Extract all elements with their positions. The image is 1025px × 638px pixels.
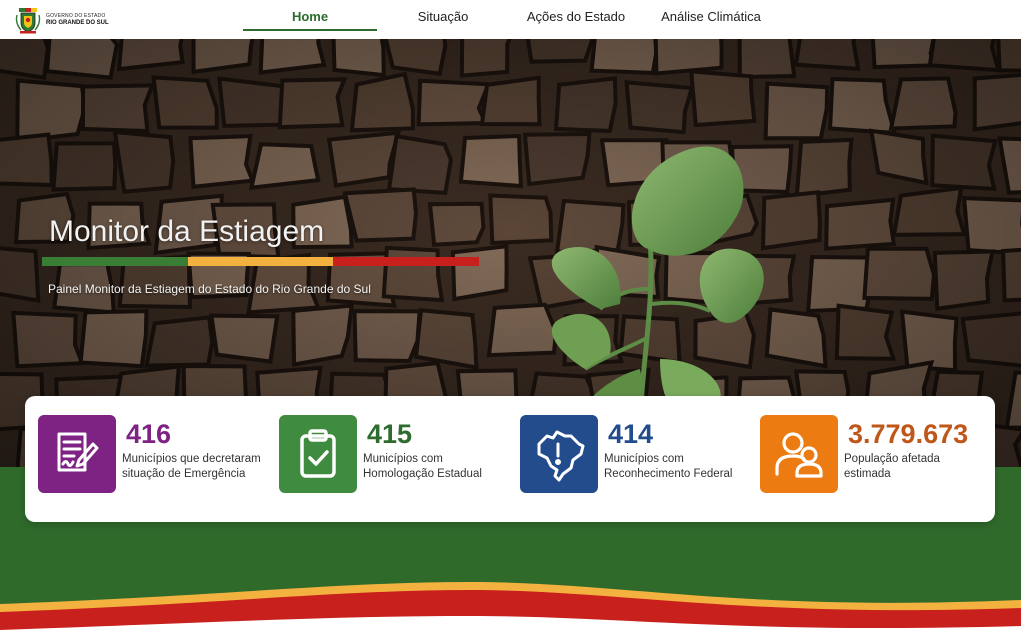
hero-title: Monitor da Estiagem [49, 215, 325, 248]
stat-label: Municípios com Homologação Estadual [363, 453, 482, 480]
clipboard-check-icon [279, 415, 357, 493]
stat-label: Municípios com Reconhecimento Federal [604, 453, 733, 480]
users-icon [760, 415, 838, 493]
stat-label: Municípios que decretaram situação de Em… [122, 453, 261, 480]
nav-analise-climatica[interactable]: Análise Climática [655, 0, 767, 32]
state-government-logo[interactable]: GOVERNO DO ESTADO RIO GRANDE DO SUL [14, 5, 114, 35]
stripe-red [333, 257, 479, 266]
logo-line-1: GOVERNO DO ESTADO [46, 13, 106, 19]
state-coat-of-arms-icon [15, 8, 41, 34]
stripe-yellow [188, 257, 333, 266]
stripe-green [42, 257, 188, 266]
signed-document-icon [38, 415, 116, 493]
hero-subtitle: Painel Monitor da Estiagem do Estado do … [48, 282, 371, 296]
stat-value: 3.779.673 [848, 419, 969, 449]
logo-line-2: RIO GRANDE DO SUL [46, 20, 109, 26]
nav-acoes-do-estado[interactable]: Ações do Estado [521, 0, 631, 32]
stat-value: 416 [126, 419, 172, 449]
nav-active-indicator [243, 29, 377, 31]
window-right-edge [1021, 0, 1025, 638]
stat-value: 415 [367, 419, 413, 449]
stat-label: População afetada estimada [844, 453, 940, 480]
stats-card: 416 Municípios que decretaram situação d… [25, 396, 995, 522]
brazil-map-alert-icon [520, 415, 598, 493]
state-colors-wave [0, 582, 1021, 638]
nav-situacao[interactable]: Situação [398, 0, 488, 32]
stat-value: 414 [608, 419, 654, 449]
nav-home[interactable]: Home [243, 0, 377, 32]
site-header: GOVERNO DO ESTADO RIO GRANDE DO SUL Home… [0, 0, 1021, 39]
logo-text: GOVERNO DO ESTADO RIO GRANDE DO SUL [46, 13, 109, 27]
brand-color-stripe [42, 257, 479, 266]
